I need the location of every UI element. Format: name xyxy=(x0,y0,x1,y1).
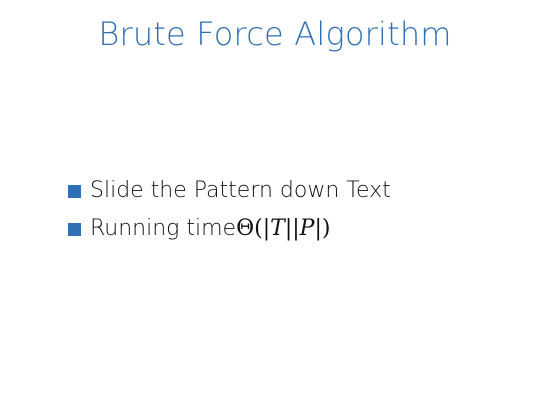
slide: Brute Force Algorithm Slide the Pattern … xyxy=(0,0,550,408)
running-time-math: Θ(|T||P|) xyxy=(236,210,330,248)
theta-symbol: Θ xyxy=(236,216,255,241)
open-paren: ( xyxy=(254,216,263,241)
pattern-variable-p: P xyxy=(299,216,315,241)
slide-title: Brute Force Algorithm xyxy=(98,15,452,53)
absolute-bar-right: | xyxy=(314,216,322,241)
bullet-list: Slide the Pattern down Text Running time… xyxy=(68,172,391,248)
square-bullet-icon xyxy=(68,184,81,198)
bullet-text-prefix: Running time xyxy=(90,216,237,241)
bullet-item-running-time: Running time Θ(|T||P|) xyxy=(68,210,391,248)
text-variable-t: T xyxy=(270,216,285,241)
bullet-item-slide-pattern: Slide the Pattern down Text xyxy=(68,172,391,210)
bullet-text: Slide the Pattern down Text xyxy=(90,178,391,203)
close-paren: ) xyxy=(321,216,331,241)
square-bullet-icon xyxy=(68,222,81,236)
absolute-bars-middle: || xyxy=(284,216,300,241)
